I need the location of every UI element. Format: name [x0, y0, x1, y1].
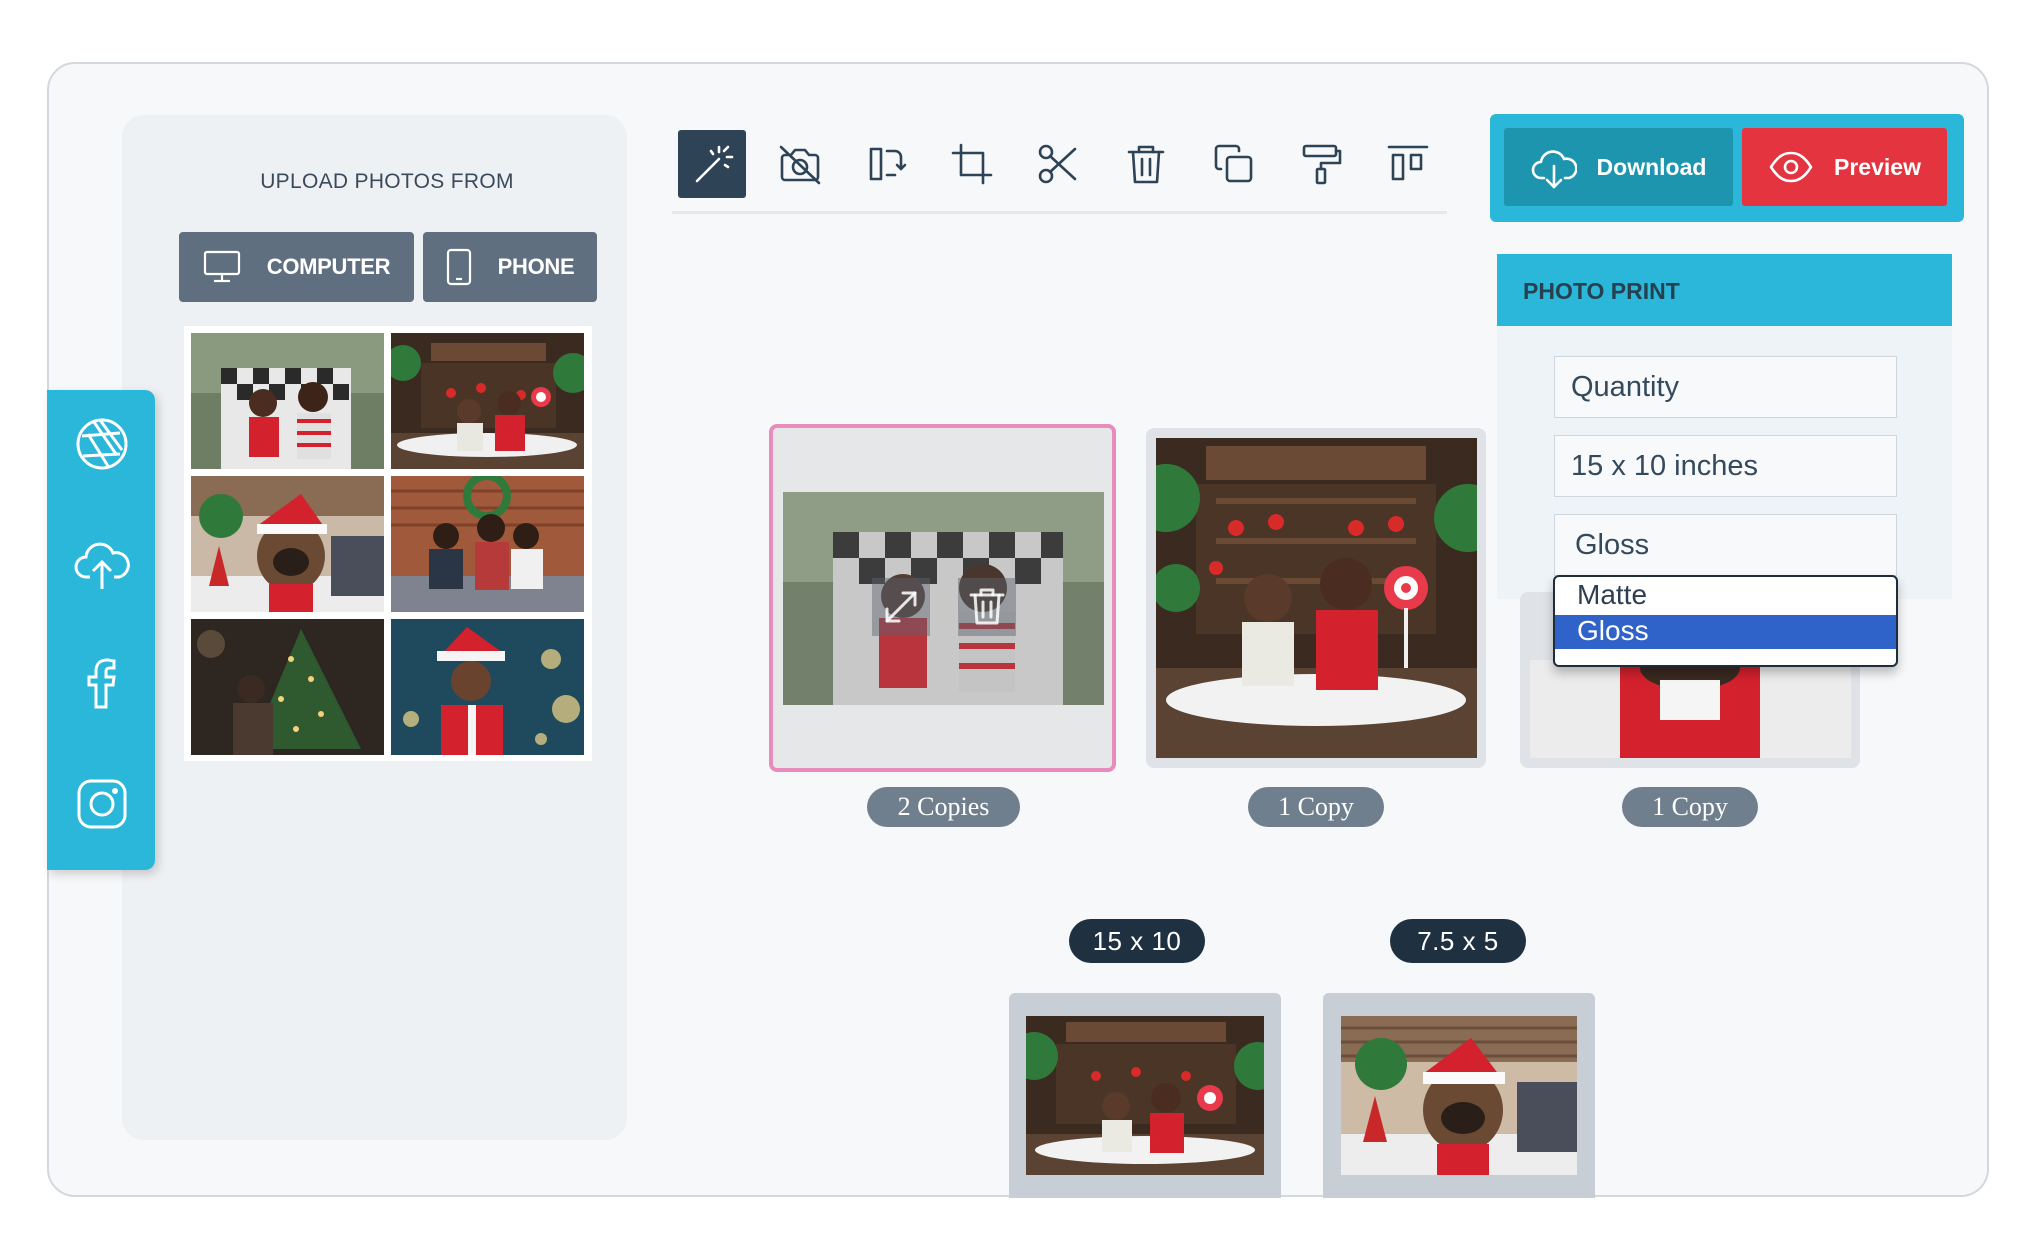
- monitor-icon: [203, 250, 240, 283]
- cloud-upload-icon[interactable]: [74, 537, 130, 593]
- size-badge: 15 x 10: [1069, 919, 1205, 963]
- magic-wand-icon[interactable]: [678, 130, 746, 198]
- phone-button[interactable]: PHONE: [423, 232, 597, 302]
- finish-select[interactable]: Gloss: [1554, 514, 1897, 576]
- expand-icon: [885, 591, 917, 623]
- size-preview-photo[interactable]: [1026, 1016, 1264, 1175]
- library-photo[interactable]: [391, 619, 584, 755]
- duplicate-icon[interactable]: [1200, 130, 1268, 198]
- phone-button-label: PHONE: [497, 254, 575, 279]
- library-photo[interactable]: [391, 476, 584, 612]
- social-sidebar: [47, 390, 155, 870]
- dropdown-option-matte[interactable]: Matte: [1555, 577, 1896, 615]
- action-bar: Download Preview: [1490, 114, 1964, 222]
- editing-toolbar: [672, 118, 1447, 214]
- size-preview-photo[interactable]: [1341, 1016, 1577, 1175]
- trash-icon: [969, 588, 1005, 625]
- instagram-icon[interactable]: [74, 776, 130, 832]
- copies-badge[interactable]: 1 Copy: [1622, 787, 1758, 827]
- copies-badge[interactable]: 2 Copies: [867, 787, 1020, 827]
- print-photo[interactable]: [783, 492, 1104, 705]
- download-button[interactable]: Download: [1504, 128, 1733, 206]
- crop-icon[interactable]: [938, 130, 1006, 198]
- print-photo[interactable]: [1530, 660, 1851, 758]
- library-photo[interactable]: [191, 333, 384, 469]
- size-select[interactable]: 15 x 10 inches: [1554, 435, 1897, 497]
- aperture-icon[interactable]: [74, 416, 130, 472]
- finish-dropdown: Matte Gloss: [1553, 575, 1898, 667]
- paint-roller-icon[interactable]: [1288, 130, 1356, 198]
- copies-badge[interactable]: 1 Copy: [1248, 787, 1384, 827]
- upload-title: UPLOAD PHOTOS FROM: [260, 170, 514, 193]
- size-badge: 7.5 x 5: [1390, 919, 1526, 963]
- cut-icon[interactable]: [1024, 130, 1092, 198]
- library-photo[interactable]: [191, 476, 384, 612]
- cloud-download-icon: [1531, 150, 1577, 189]
- library-photo[interactable]: [391, 333, 584, 469]
- print-photo[interactable]: [1156, 438, 1477, 758]
- computer-button-label: COMPUTER: [266, 254, 391, 279]
- quantity-field[interactable]: Quantity: [1554, 356, 1897, 418]
- preview-button[interactable]: Preview: [1742, 128, 1947, 206]
- library-photo[interactable]: [191, 619, 384, 755]
- layout-icon[interactable]: [1374, 130, 1442, 198]
- no-camera-icon[interactable]: [766, 130, 834, 198]
- trash-icon[interactable]: [1112, 130, 1180, 198]
- preview-label: Preview: [1834, 153, 1921, 180]
- dropdown-option-gloss[interactable]: Gloss: [1555, 615, 1896, 649]
- photo-library-grid: [184, 326, 592, 761]
- computer-button[interactable]: COMPUTER: [179, 232, 414, 302]
- phone-icon: [446, 248, 471, 286]
- photo-print-header: PHOTO PRINT: [1497, 254, 1952, 326]
- delete-photo-button[interactable]: [958, 578, 1016, 636]
- expand-button[interactable]: [872, 578, 930, 636]
- download-label: Download: [1596, 153, 1707, 180]
- eye-icon: [1769, 151, 1813, 183]
- facebook-icon[interactable]: [74, 655, 130, 711]
- rotate-icon[interactable]: [852, 130, 920, 198]
